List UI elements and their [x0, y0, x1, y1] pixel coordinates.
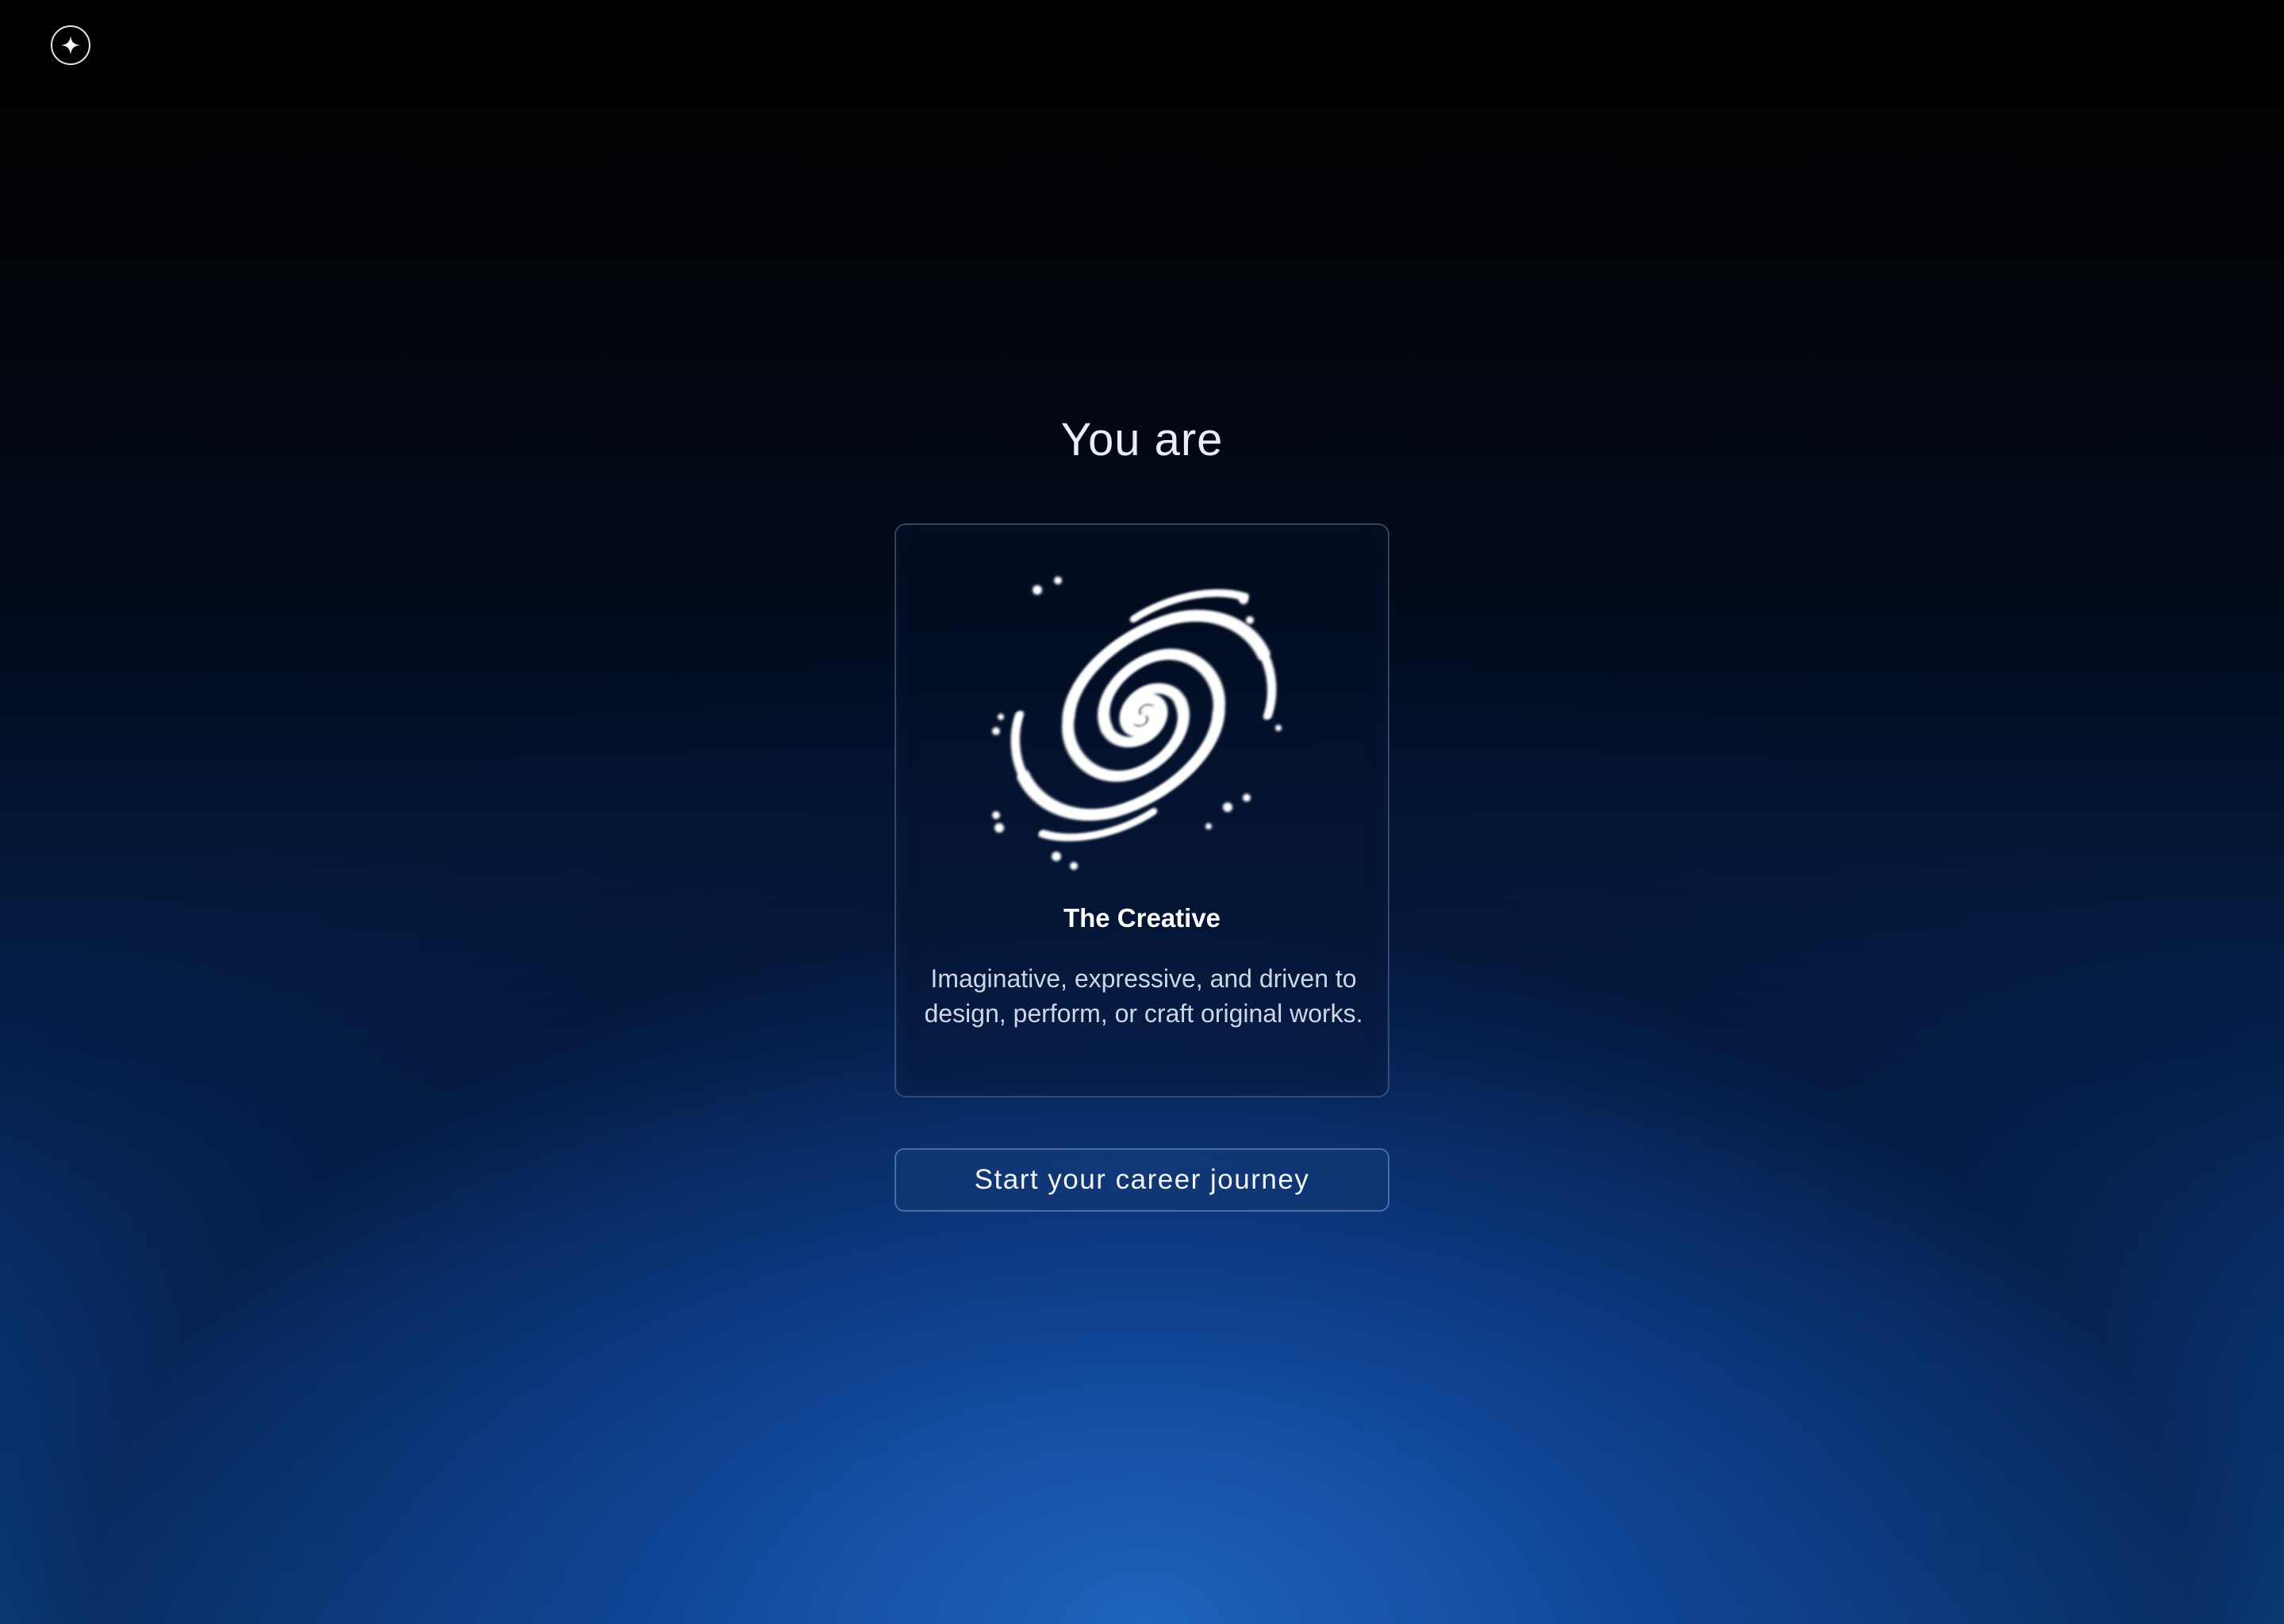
persona-description: Imaginative, expressive, and driven to d… [924, 964, 1363, 1028]
page-heading: You are [1060, 414, 1224, 465]
start-career-journey-button[interactable]: Start your career journey [895, 1148, 1389, 1212]
spiral-galaxy-icon [992, 576, 1282, 870]
sparkle-icon [61, 36, 80, 55]
logo-star-icon[interactable] [51, 25, 90, 65]
result-card: The Creative Imaginative, expressive, an… [895, 523, 1389, 1097]
persona-title: The Creative [1063, 903, 1221, 933]
